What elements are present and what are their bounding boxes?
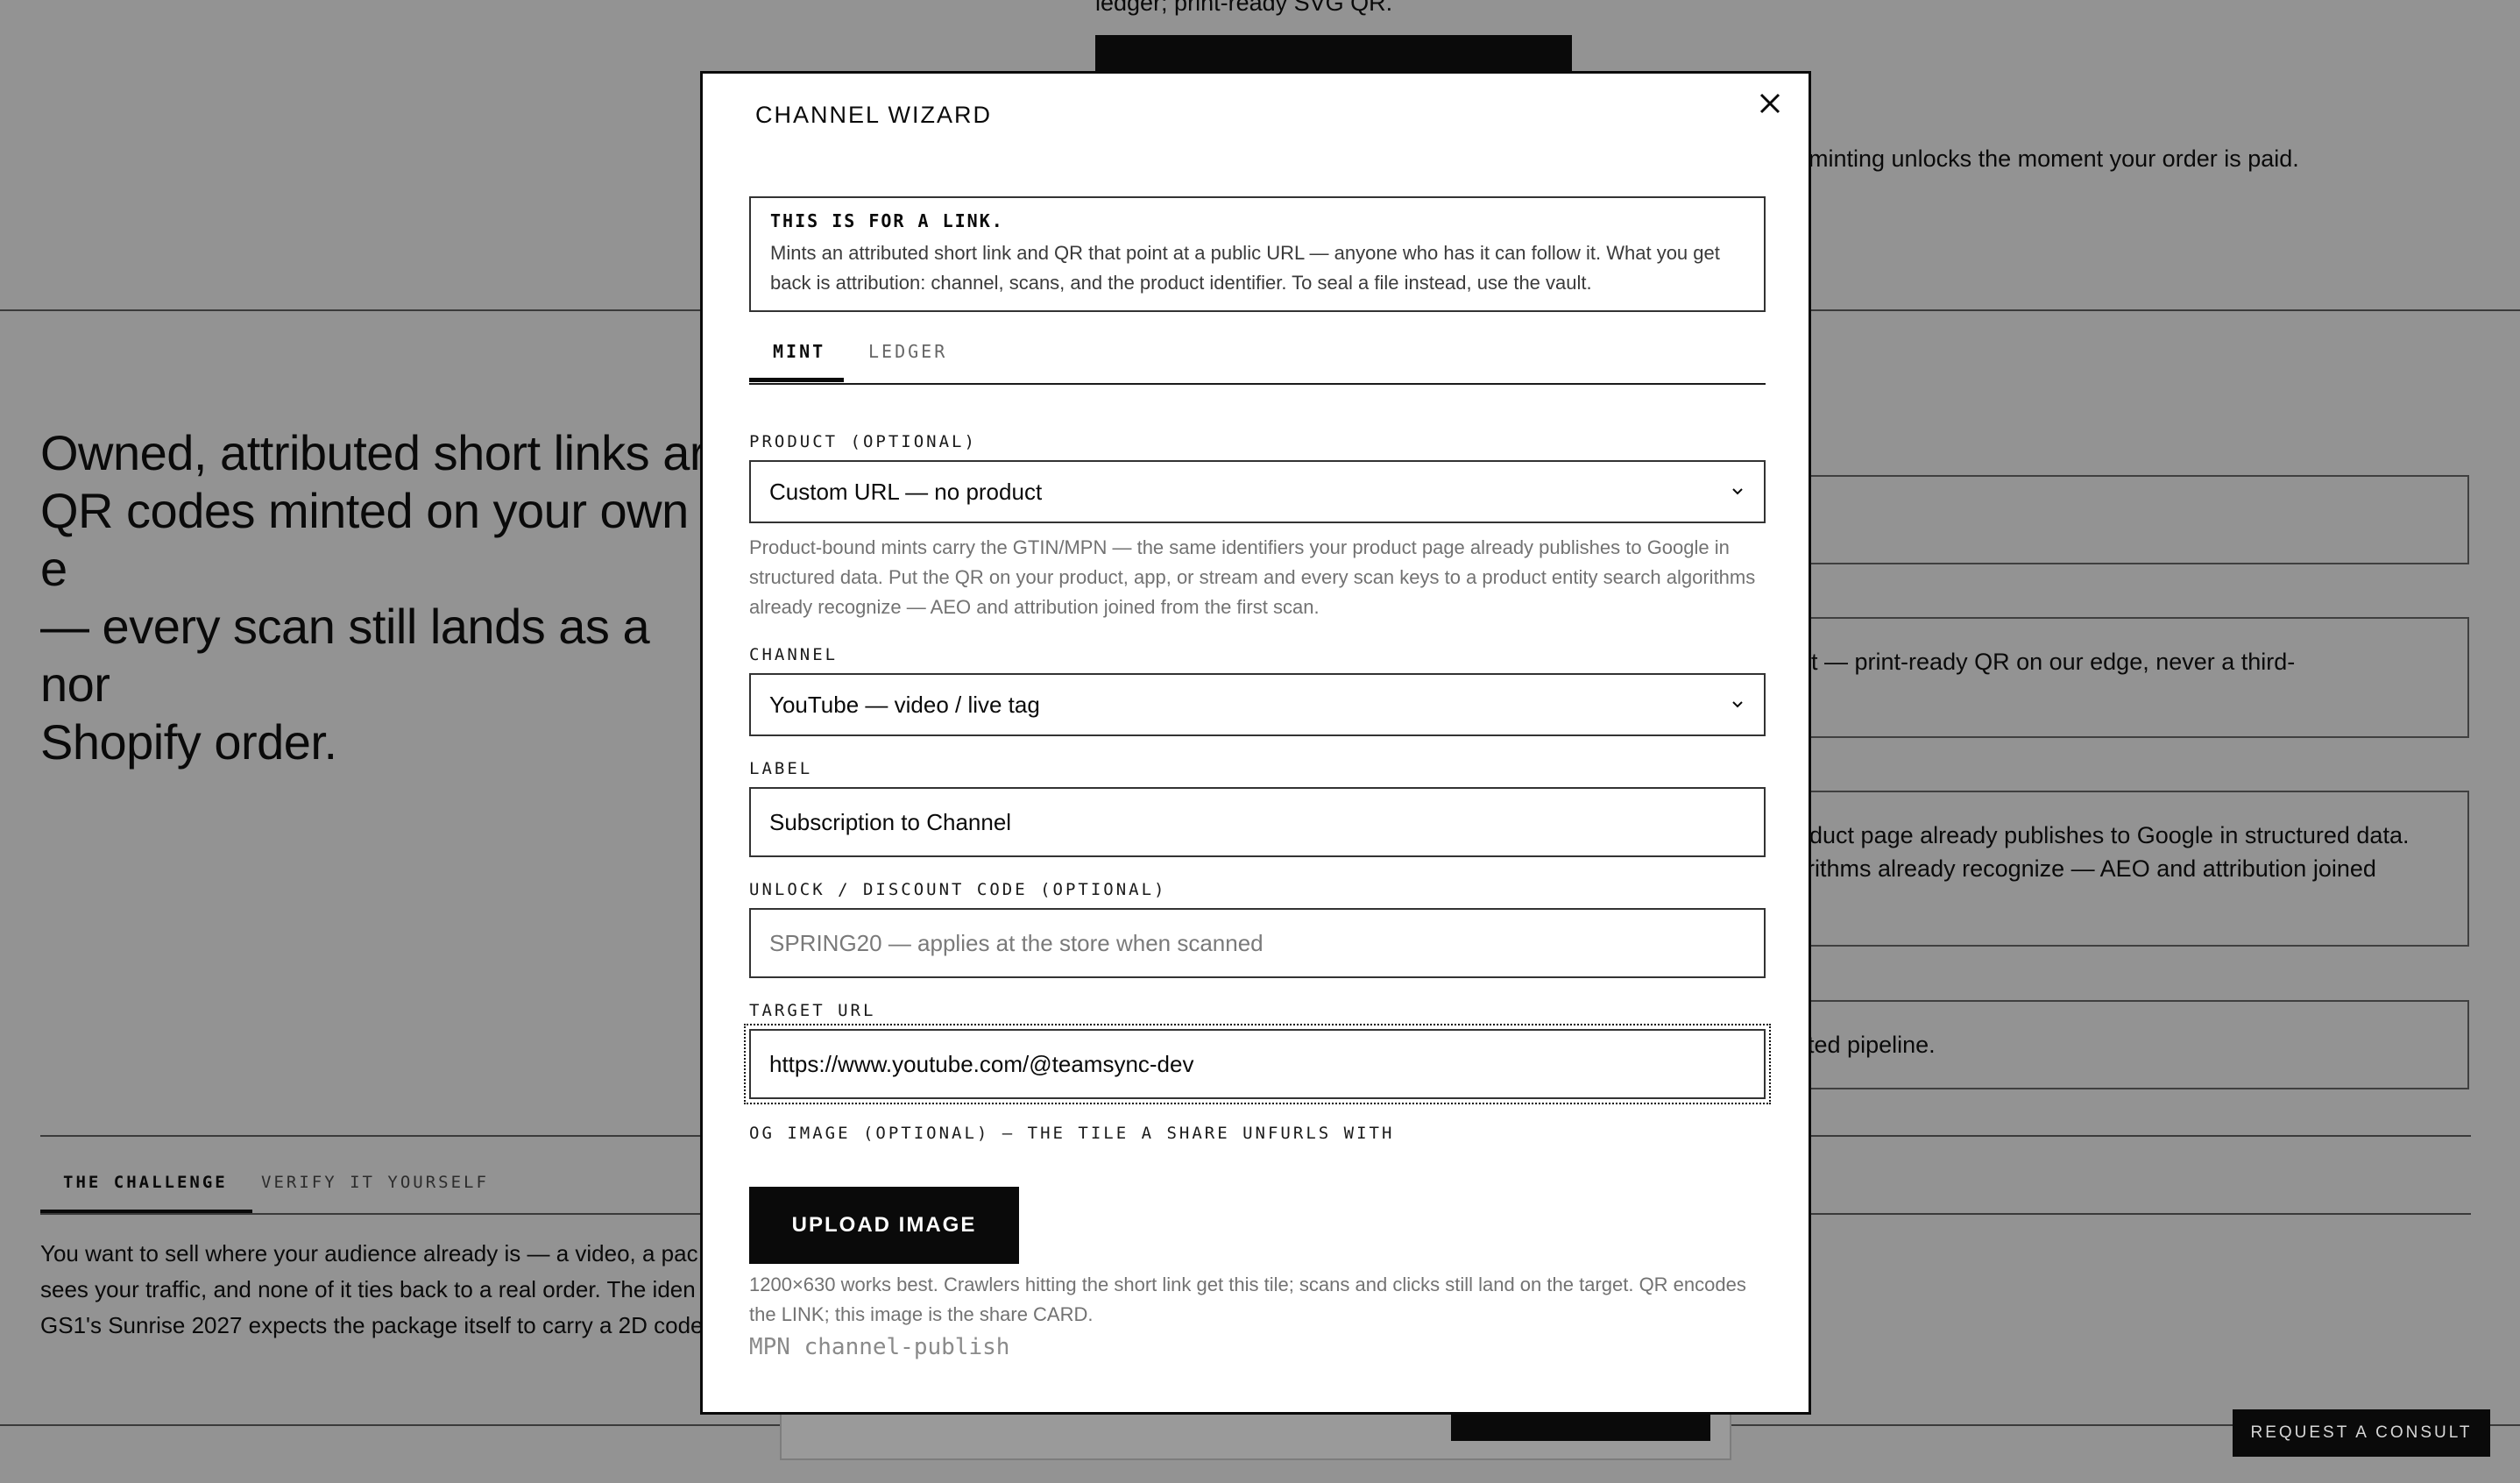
mpn-identifier: MPN channel-publish	[749, 1334, 1010, 1360]
bg-card-text: print — print-ready QR on our edge, neve…	[1772, 649, 2296, 675]
label-input-value: Subscription to Channel	[769, 808, 1012, 835]
product-select[interactable]: Custom URL — no product	[749, 460, 1766, 523]
chevron-down-icon	[1732, 488, 1743, 495]
target-url-value: https://www.youtube.com/@teamsync-dev	[769, 1050, 1194, 1077]
unlock-code-input[interactable]: SPRING20 — applies at the store when sca…	[749, 908, 1766, 978]
channel-wizard-modal: CHANNEL WIZARD THIS IS FOR A LINK. Mints…	[700, 71, 1811, 1415]
request-consult-button[interactable]: REQUEST A CONSULT	[2233, 1409, 2490, 1457]
channel-select[interactable]: YouTube — video / live tag	[749, 673, 1766, 736]
bg-card: product page already publishes to Google…	[1744, 791, 2469, 947]
modal-title: CHANNEL WIZARD	[755, 102, 993, 128]
bg-card-text: lgorithms already recognize — AEO and at…	[1775, 855, 2376, 882]
bg-tab-verify[interactable]: VERIFY IT YOURSELF	[261, 1173, 489, 1192]
channel-select-value: YouTube — video / live tag	[769, 691, 1040, 718]
unlock-code-label: UNLOCK / DISCOUNT CODE (OPTIONAL)	[749, 880, 1167, 899]
bg-right-text: minting unlocks the moment your order is…	[1809, 145, 2299, 172]
bg-body-line: You want to sell where your audience alr…	[40, 1240, 698, 1267]
tab-mint[interactable]: MINT	[748, 341, 845, 382]
bg-card: print — print-ready QR on our edge, neve…	[1744, 617, 2469, 738]
upload-image-button[interactable]: UPLOAD IMAGE	[749, 1187, 1019, 1264]
notice-title: THIS IS FOR A LINK.	[770, 210, 1004, 231]
close-button[interactable]	[1751, 84, 1789, 123]
bg-body-line: sees your traffic, and none of it ties b…	[40, 1276, 696, 1302]
link-notice: THIS IS FOR A LINK. Mints an attributed …	[749, 196, 1766, 312]
chevron-down-icon	[1732, 701, 1743, 708]
bg-cta-button[interactable]	[1095, 35, 1572, 74]
bg-headline-line: Owned, attributed short links ar	[40, 425, 706, 480]
bg-headline-line: — every scan still lands as a nor	[40, 599, 650, 712]
og-image-label: OG IMAGE (OPTIONAL) — THE TILE A SHARE U…	[749, 1124, 1395, 1143]
bg-body-text: You want to sell where your audience alr…	[40, 1236, 759, 1344]
target-url-input[interactable]: https://www.youtube.com/@teamsync-dev	[744, 1024, 1771, 1104]
bg-headline: Owned, attributed short links ar QR code…	[40, 424, 706, 771]
bg-card	[1744, 475, 2469, 564]
bg-card-text: -gated pipeline.	[1773, 1032, 1936, 1058]
bg-top-text: ledger; print-ready SVG QR.	[1095, 0, 1393, 16]
label-input[interactable]: Subscription to Channel	[749, 787, 1766, 857]
product-select-value: Custom URL — no product	[769, 478, 1043, 505]
unlock-code-placeholder: SPRING20 — applies at the store when sca…	[769, 929, 1264, 956]
bg-card-text: product page already publishes to Google…	[1775, 822, 2410, 848]
product-help: Product-bound mints carry the GTIN/MPN —…	[749, 536, 1756, 618]
og-image-help: 1200×630 works best. Crawlers hitting th…	[749, 1274, 1746, 1325]
label-field-label: LABEL	[749, 759, 813, 778]
bg-headline-line: QR codes minted on your own e	[40, 483, 689, 596]
tab-ledger[interactable]: LEDGER	[868, 341, 947, 362]
target-url-label: TARGET URL	[749, 1001, 876, 1020]
bg-body-line: GS1's Sunrise 2027 expects the package i…	[40, 1312, 704, 1338]
close-icon	[1759, 93, 1780, 114]
bg-card: -gated pipeline.	[1744, 1000, 2469, 1089]
bg-headline-line: Shopify order.	[40, 714, 337, 770]
notice-body: Mints an attributed short link and QR th…	[770, 242, 1720, 294]
wizard-tabs: MINT LEDGER	[748, 341, 1766, 385]
product-label: PRODUCT (OPTIONAL)	[749, 432, 977, 451]
bg-tab-challenge[interactable]: THE CHALLENGE	[40, 1173, 252, 1213]
channel-label: CHANNEL	[749, 645, 839, 664]
